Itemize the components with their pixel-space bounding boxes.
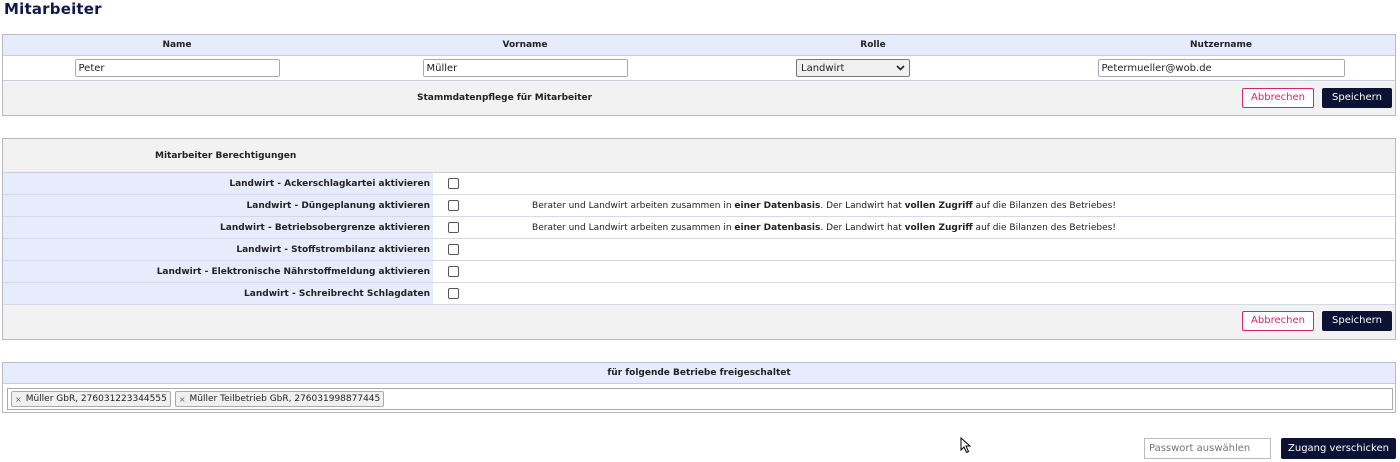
column-header-nutzername: Nutzername — [1190, 40, 1252, 50]
berechtigungen-footer: Abbrechen Speichern — [3, 305, 1395, 339]
column-header-name: Name — [162, 40, 192, 50]
name-input[interactable] — [74, 59, 280, 77]
stammdaten-input-row: Landwirt — [3, 56, 1395, 81]
permission-label: Landwirt - Betriebsobergrenze aktivieren — [3, 217, 433, 238]
cancel-button[interactable]: Abbrechen — [1242, 311, 1314, 331]
permission-checkbox[interactable] — [447, 222, 459, 233]
save-button[interactable]: Speichern — [1322, 88, 1392, 108]
permission-label: Landwirt - Schreibrecht Schlagdaten — [3, 283, 433, 304]
column-header-rolle: Rolle — [860, 40, 886, 50]
betriebe-panel: für folgende Betriebe freigeschaltet × M… — [2, 362, 1396, 413]
nutzername-input[interactable] — [1097, 59, 1345, 77]
remove-tag-icon[interactable]: × — [179, 395, 186, 404]
vorname-input[interactable] — [422, 59, 628, 77]
permission-checkbox[interactable] — [447, 288, 459, 299]
berechtigungen-panel: Mitarbeiter Berechtigungen Landwirt - Ac… — [2, 138, 1396, 340]
chevron-down-icon — [896, 64, 905, 73]
berechtigungen-header: Mitarbeiter Berechtigungen — [3, 139, 1395, 173]
permission-row: Landwirt - Ackerschlagkartei aktivieren — [3, 173, 1395, 195]
betrieb-tag: × Müller GbR, 276031223344555 — [11, 391, 171, 407]
betriebe-heading: für folgende Betriebe freigeschaltet — [3, 363, 1395, 384]
permission-checkbox[interactable] — [447, 200, 459, 211]
permission-row: Landwirt - Stoffstrombilanz aktivieren — [3, 239, 1395, 261]
berechtigungen-heading: Mitarbeiter Berechtigungen — [155, 151, 297, 161]
page-title: Mitarbeiter — [4, 0, 102, 18]
permission-checkbox[interactable] — [447, 266, 459, 277]
rolle-select[interactable]: Landwirt — [796, 59, 910, 77]
column-header-vorname: Vorname — [502, 40, 548, 50]
permission-checkbox[interactable] — [447, 244, 459, 255]
stammdaten-header-row: Name Vorname Rolle Nutzername — [3, 35, 1395, 56]
permission-note: Berater und Landwirt arbeiten zusammen i… — [532, 201, 1116, 211]
permission-row: Landwirt - Düngeplanung aktivieren Berat… — [3, 195, 1395, 217]
stammdaten-footer: Stammdatenpflege für Mitarbeiter Abbrech… — [3, 81, 1395, 115]
betrieb-tag: × Müller Teilbetrieb GbR, 27603199887744… — [174, 391, 385, 407]
send-access-button[interactable]: Zugang verschicken — [1281, 438, 1396, 459]
permission-checkbox[interactable] — [447, 178, 459, 189]
cancel-button[interactable]: Abbrechen — [1242, 88, 1314, 108]
save-button[interactable]: Speichern — [1322, 311, 1392, 331]
remove-tag-icon[interactable]: × — [15, 395, 22, 404]
betriebe-tag-input[interactable]: × Müller GbR, 276031223344555 × Müller T… — [7, 388, 1393, 410]
permission-label: Landwirt - Ackerschlagkartei aktivieren — [3, 173, 433, 194]
password-input[interactable] — [1144, 438, 1271, 459]
permission-label: Landwirt - Elektronische Nährstoffmeldun… — [3, 261, 433, 282]
stammdaten-panel: Name Vorname Rolle Nutzername Landwirt S… — [2, 34, 1396, 116]
mouse-cursor-icon — [960, 436, 972, 457]
betrieb-tag-label: Müller GbR, 276031223344555 — [25, 394, 167, 404]
rolle-select-value: Landwirt — [801, 62, 845, 74]
permission-note: Berater und Landwirt arbeiten zusammen i… — [532, 223, 1116, 233]
stammdaten-footer-label: Stammdatenpflege für Mitarbeiter — [417, 93, 593, 103]
permission-label: Landwirt - Stoffstrombilanz aktivieren — [3, 239, 433, 260]
permission-label: Landwirt - Düngeplanung aktivieren — [3, 195, 433, 216]
permission-row: Landwirt - Betriebsobergrenze aktivieren… — [3, 217, 1395, 239]
permission-row: Landwirt - Elektronische Nährstoffmeldun… — [3, 261, 1395, 283]
betrieb-tag-label: Müller Teilbetrieb GbR, 276031998877445 — [189, 394, 381, 404]
permission-row: Landwirt - Schreibrecht Schlagdaten — [3, 283, 1395, 305]
